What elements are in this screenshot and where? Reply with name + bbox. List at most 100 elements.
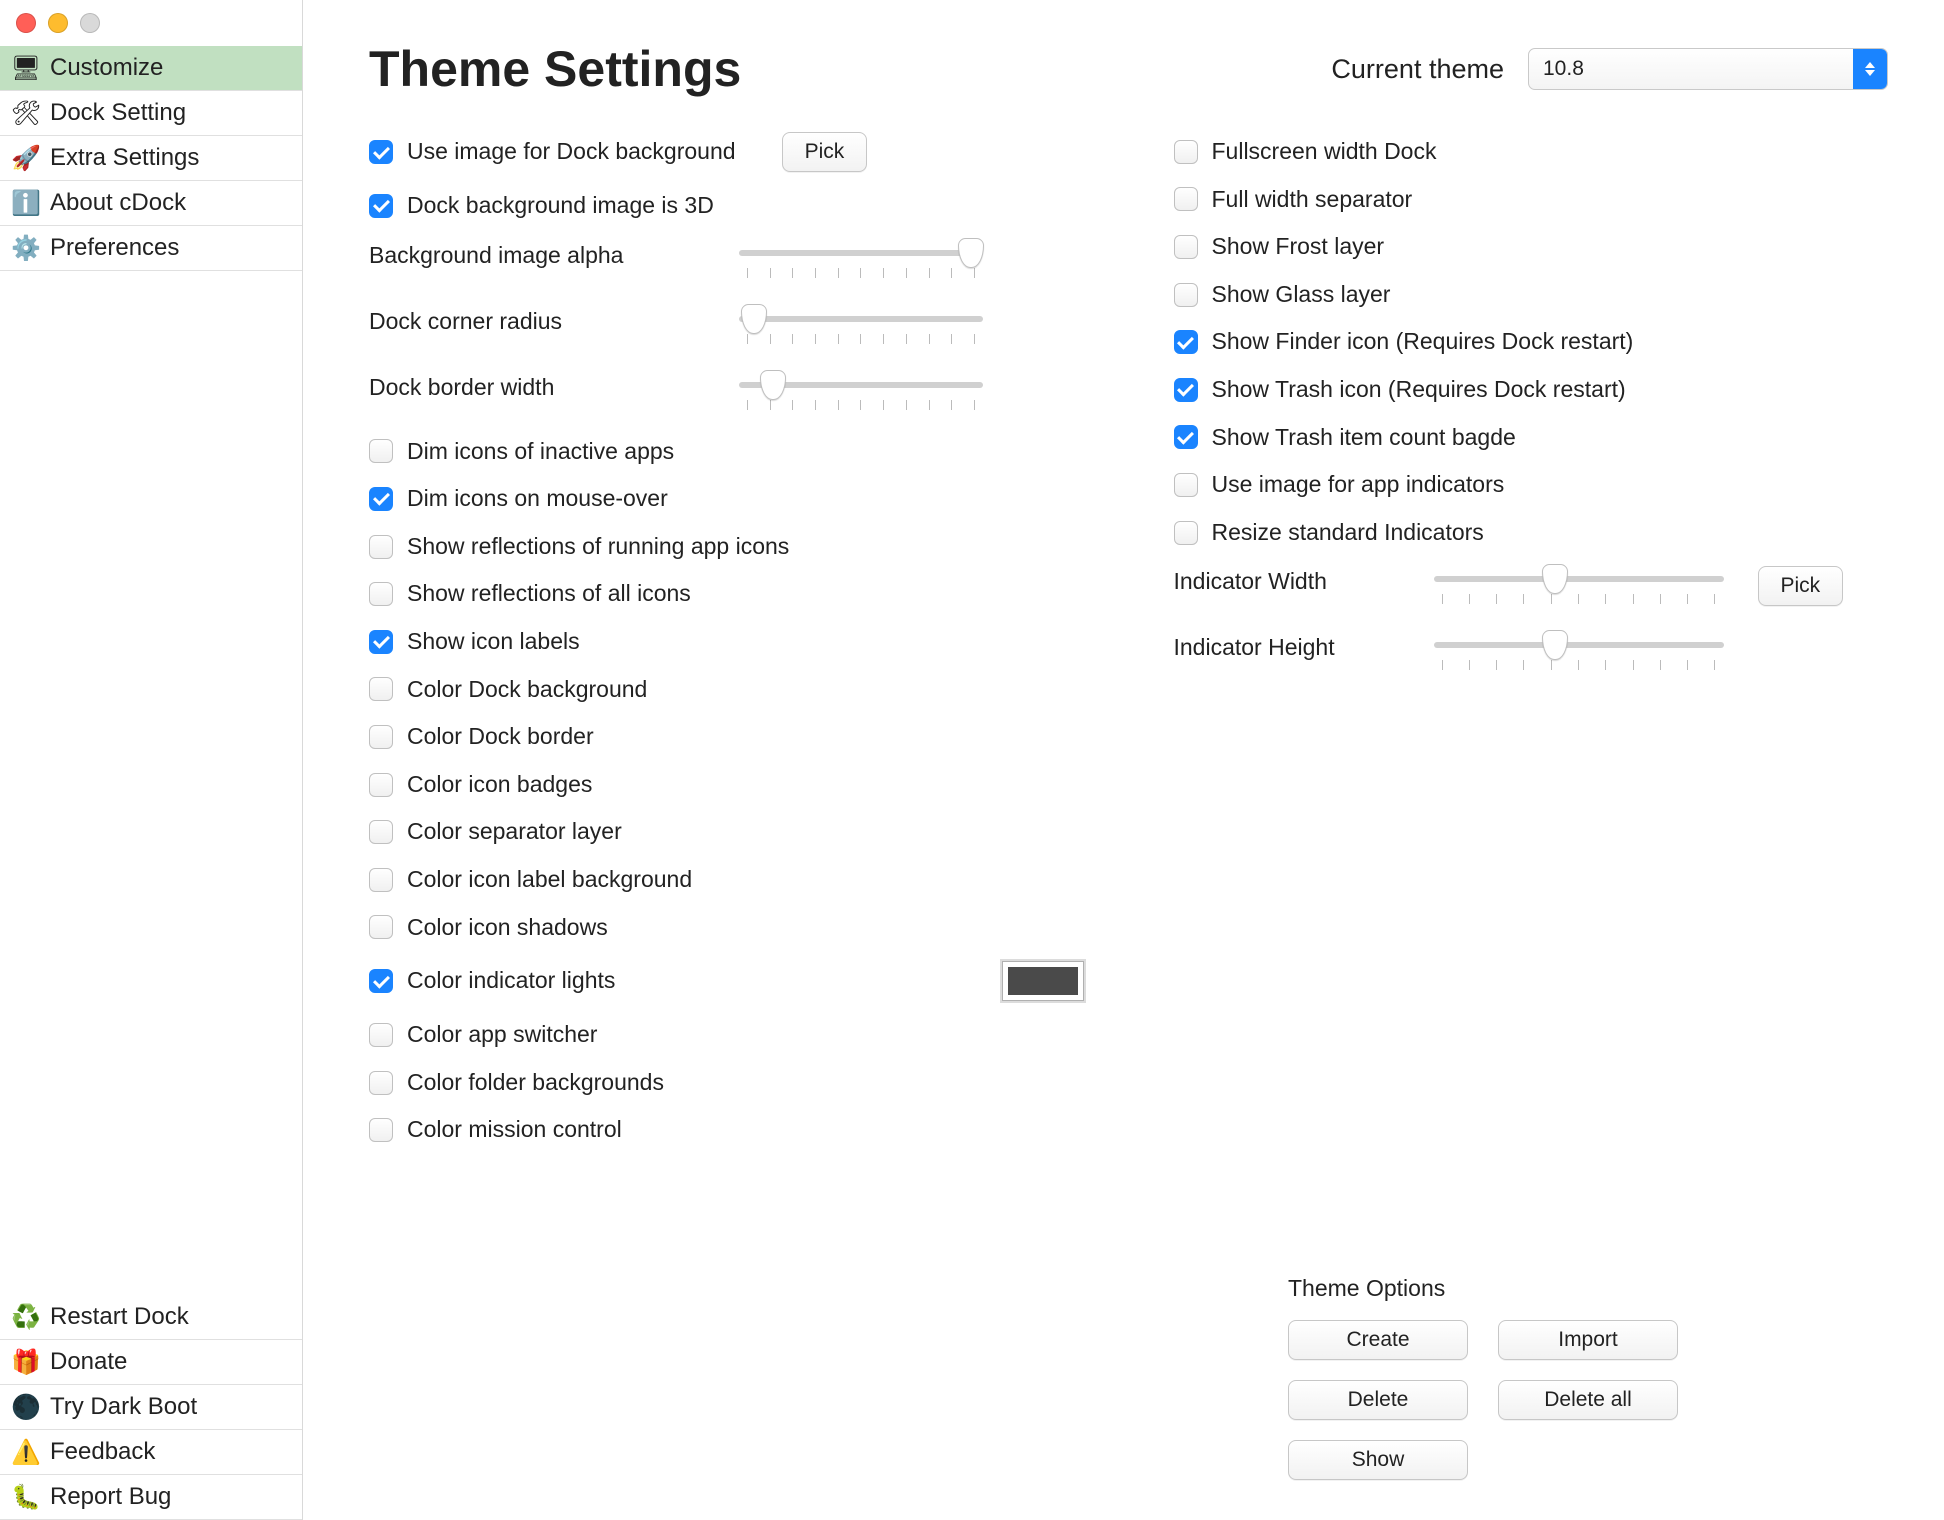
color_shadows-label: Color icon shadows (407, 914, 608, 942)
sidebar-item-icon: 🛠 (12, 99, 40, 127)
color_dock_border-checkbox[interactable] (369, 725, 393, 749)
img_indicators-label: Use image for app indicators (1212, 471, 1505, 499)
sidebar-item-report-bug[interactable]: 🐛 Report Bug (0, 1475, 302, 1520)
corner-radius-slider[interactable] (739, 306, 983, 346)
indicator-width-slider[interactable] (1434, 566, 1724, 606)
close-icon[interactable] (16, 13, 36, 33)
sidebar-item-feedback[interactable]: ⚠️ Feedback (0, 1430, 302, 1475)
sidebar-item-label: Extra Settings (50, 144, 199, 172)
sidebar-item-label: Dock Setting (50, 99, 186, 127)
theme-options-title: Theme Options (1288, 1275, 1888, 1302)
show-theme-button[interactable]: Show (1288, 1440, 1468, 1480)
sidebar-item-about-cdock[interactable]: ℹ️About cDock (0, 181, 302, 226)
refl_all-label: Show reflections of all icons (407, 580, 691, 608)
indicator-height-label: Indicator Height (1174, 632, 1414, 661)
sidebar-item-label: Feedback (50, 1438, 155, 1466)
sidebar-item-try-dark-boot[interactable]: 🌑 Try Dark Boot (0, 1385, 302, 1430)
delete-theme-button[interactable]: Delete (1288, 1380, 1468, 1420)
color_sep-checkbox[interactable] (369, 820, 393, 844)
indicator-height-slider[interactable] (1434, 632, 1724, 672)
refl_all-checkbox[interactable] (369, 582, 393, 606)
sidebar-item-label: Report Bug (50, 1483, 171, 1511)
color_dock_bg-checkbox[interactable] (369, 677, 393, 701)
create-theme-button[interactable]: Create (1288, 1320, 1468, 1360)
sidebar-item-label: Preferences (50, 234, 179, 262)
frost-label: Show Frost layer (1212, 233, 1385, 261)
color_mission-label: Color mission control (407, 1116, 622, 1144)
color_dock_border-label: Color Dock border (407, 723, 594, 751)
sidebar-item-icon: ⚠️ (12, 1438, 40, 1466)
full_sep-checkbox[interactable] (1174, 187, 1198, 211)
color_label_bg-checkbox[interactable] (369, 868, 393, 892)
current-theme-label: Current theme (1331, 54, 1504, 85)
sidebar-item-icon: 🐛 (12, 1483, 40, 1511)
sidebar-item-icon: 🎁 (12, 1348, 40, 1376)
dim_inactive-checkbox[interactable] (369, 439, 393, 463)
sidebar-item-preferences[interactable]: ⚙️Preferences (0, 226, 302, 271)
use-image-bg-label: Use image for Dock background (407, 138, 736, 166)
sidebar-item-label: About cDock (50, 189, 186, 217)
glass-checkbox[interactable] (1174, 283, 1198, 307)
frost-checkbox[interactable] (1174, 235, 1198, 259)
color_label_bg-label: Color icon label background (407, 866, 692, 894)
color-swatch-icon (1008, 967, 1078, 995)
color_mission-checkbox[interactable] (369, 1118, 393, 1142)
sidebar-footer-list: ♻️ Restart Dock 🎁 Donate 🌑 Try Dark Boot ⚠️ Fee… (0, 1295, 302, 1520)
finder_icon-checkbox[interactable] (1174, 330, 1198, 354)
bg-alpha-slider[interactable] (739, 240, 983, 280)
trash_icon-label: Show Trash icon (Requires Dock restart) (1212, 376, 1626, 404)
color_badges-label: Color icon badges (407, 771, 592, 799)
sidebar-item-label: Customize (50, 54, 163, 82)
fullscreen-icon[interactable] (80, 13, 100, 33)
refl_running-label: Show reflections of running app icons (407, 533, 789, 561)
trash_icon-checkbox[interactable] (1174, 378, 1198, 402)
img_indicators-checkbox[interactable] (1174, 473, 1198, 497)
dim_mouseover-checkbox[interactable] (369, 487, 393, 511)
window-controls (0, 0, 302, 46)
sidebar-item-label: Donate (50, 1348, 127, 1376)
page-title: Theme Settings (369, 40, 741, 98)
sidebar-item-label: Restart Dock (50, 1303, 189, 1331)
border-width-slider[interactable] (739, 372, 983, 412)
resize_indic-label: Resize standard Indicators (1212, 519, 1484, 547)
color_shadows-checkbox[interactable] (369, 915, 393, 939)
sidebar-item-donate[interactable]: 🎁 Donate (0, 1340, 302, 1385)
sidebar-item-label: Try Dark Boot (50, 1393, 197, 1421)
fullscreen_dock-label: Fullscreen width Dock (1212, 138, 1437, 166)
color_folder_bg-checkbox[interactable] (369, 1071, 393, 1095)
color_app_switcher-label: Color app switcher (407, 1021, 597, 1049)
fullscreen_dock-checkbox[interactable] (1174, 140, 1198, 164)
main-panel: Theme Settings Current theme 10.8 Use im… (303, 0, 1944, 1520)
dim_inactive-label: Dim icons of inactive apps (407, 438, 674, 466)
sidebar-item-icon: ♻️ (12, 1303, 40, 1331)
sidebar-item-customize[interactable]: 🖥Customize (0, 46, 302, 91)
color_badges-checkbox[interactable] (369, 773, 393, 797)
color_indicator-color-well[interactable] (1002, 961, 1084, 1001)
corner-radius-label: Dock corner radius (369, 306, 719, 335)
use-image-bg-checkbox[interactable] (369, 140, 393, 164)
current-theme-select[interactable]: 10.8 (1528, 48, 1888, 90)
sidebar-item-restart-dock[interactable]: ♻️ Restart Dock (0, 1295, 302, 1340)
sidebar-item-dock-setting[interactable]: 🛠 Dock Setting (0, 91, 302, 136)
bg-image-3d-checkbox[interactable] (369, 194, 393, 218)
current-theme-value: 10.8 (1543, 57, 1584, 81)
finder_icon-label: Show Finder icon (Requires Dock restart) (1212, 328, 1634, 356)
color_indicator-checkbox[interactable] (369, 969, 393, 993)
pick-indicator-button[interactable]: Pick (1758, 566, 1844, 606)
sidebar-item-icon: 🌑 (12, 1393, 40, 1421)
dim_mouseover-label: Dim icons on mouse-over (407, 485, 668, 513)
minimize-icon[interactable] (48, 13, 68, 33)
sidebar-item-extra-settings[interactable]: 🚀Extra Settings (0, 136, 302, 181)
refl_running-checkbox[interactable] (369, 535, 393, 559)
color_dock_bg-label: Color Dock background (407, 676, 647, 704)
resize_indic-checkbox[interactable] (1174, 521, 1198, 545)
delete-all-themes-button[interactable]: Delete all (1498, 1380, 1678, 1420)
glass-label: Show Glass layer (1212, 281, 1391, 309)
import-theme-button[interactable]: Import (1498, 1320, 1678, 1360)
color_app_switcher-checkbox[interactable] (369, 1023, 393, 1047)
trash_badge-checkbox[interactable] (1174, 425, 1198, 449)
trash_badge-label: Show Trash item count bagde (1212, 424, 1516, 452)
pick-bg-button[interactable]: Pick (782, 132, 868, 172)
show_labels-checkbox[interactable] (369, 630, 393, 654)
sidebar-main-list: 🖥Customize 🛠 Dock Setting 🚀Extra Settingsℹ️… (0, 46, 302, 271)
